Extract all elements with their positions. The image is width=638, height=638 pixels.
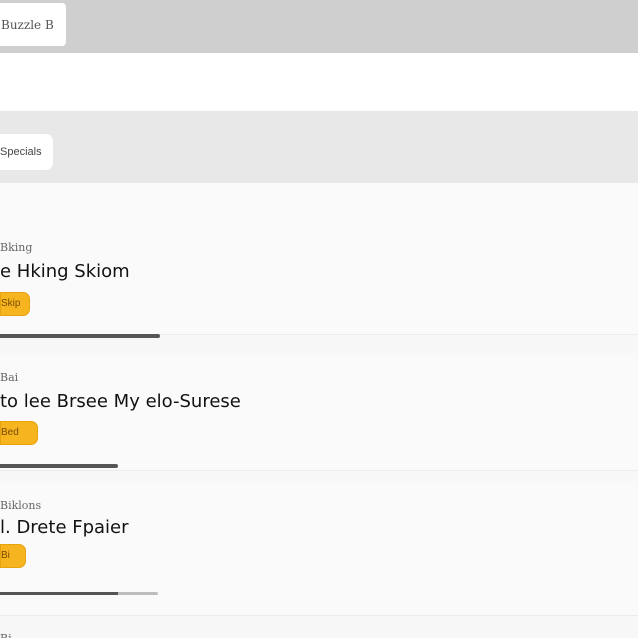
list-container: Bking e Hking Skiom Skip Bai to lee Brse…: [0, 183, 638, 638]
list-item[interactable]: Bai to lee Brsee My elo-Surese Bed: [0, 353, 638, 471]
progress-track: [118, 592, 158, 595]
sub-bar: Specials: [0, 111, 638, 183]
top-bar: Buzzle B: [0, 0, 638, 53]
list-item[interactable]: Biklons l. Drete Fpaier Bi: [0, 481, 638, 616]
item-meta: Biklons: [0, 499, 42, 512]
filter-chip[interactable]: Specials: [0, 134, 53, 170]
top-tab[interactable]: Buzzle B: [0, 3, 66, 46]
app-window: Buzzle B Specials Bking e Hking Skiom Sk…: [0, 0, 638, 638]
progress-bar: [0, 334, 160, 338]
item-title[interactable]: e Hking Skiom: [0, 261, 130, 282]
item-meta: Bi: [0, 632, 12, 638]
content-divider: [0, 53, 638, 111]
progress-bar: [0, 464, 118, 468]
progress-bar: [0, 592, 120, 595]
list-item[interactable]: Bking e Hking Skiom Skip: [0, 183, 638, 338]
item-title[interactable]: to lee Brsee My elo-Surese: [0, 391, 241, 412]
item-meta: Bai: [0, 371, 19, 384]
status-badge: Bed: [0, 421, 38, 445]
item-meta: Bking: [0, 241, 33, 254]
status-badge: Skip: [0, 292, 30, 316]
status-badge: Bi: [0, 544, 26, 568]
item-title[interactable]: l. Drete Fpaier: [0, 517, 129, 538]
